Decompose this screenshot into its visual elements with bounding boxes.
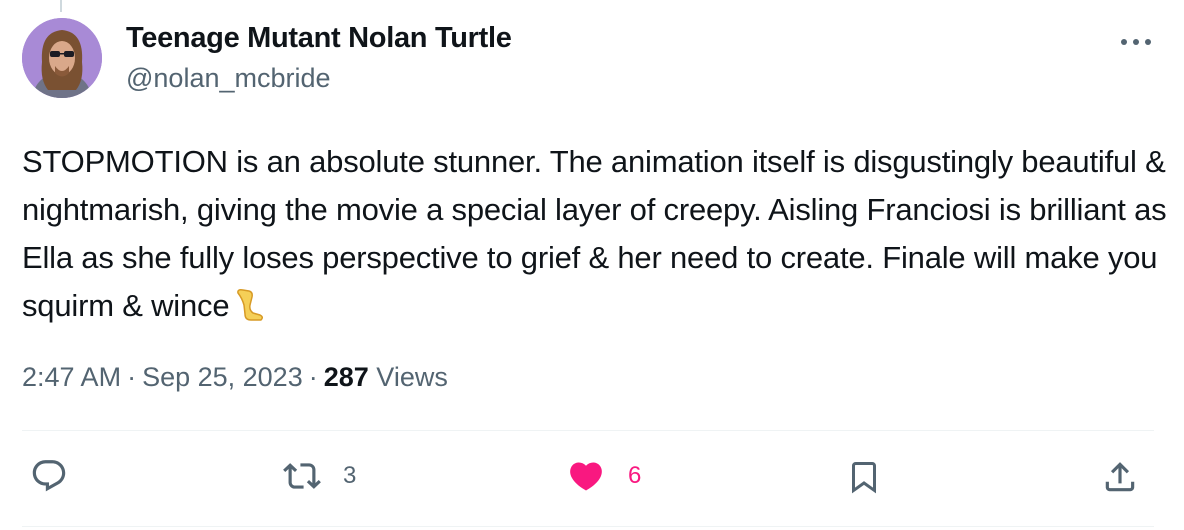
reply-button[interactable]: [30, 457, 68, 495]
divider: [22, 526, 1154, 527]
like-count: 6: [628, 462, 642, 489]
meta-separator: ·: [308, 362, 318, 392]
divider: [22, 430, 1154, 431]
more-options-icon[interactable]: [1118, 34, 1154, 50]
retweet-icon: [283, 463, 321, 489]
avatar-image: [22, 18, 102, 98]
reply-icon: [32, 460, 66, 492]
meta-separator: ·: [127, 362, 137, 392]
like-button[interactable]: 6: [566, 457, 641, 495]
retweet-count: 3: [343, 462, 357, 489]
tweet-date[interactable]: Sep 25, 2023: [142, 362, 303, 392]
share-icon: [1105, 462, 1135, 492]
tweet-meta: 2:47 AM · Sep 25, 2023 · 287 Views: [22, 362, 448, 393]
tweet-body: STOPMOTION is an absolute stunner. The a…: [22, 138, 1167, 336]
share-button[interactable]: [1101, 457, 1139, 497]
views-count: 287: [323, 362, 369, 392]
heart-icon: [570, 462, 602, 491]
leg-emoji: [235, 288, 265, 336]
thread-connector-line: [60, 0, 62, 12]
tweet-text: STOPMOTION is an absolute stunner. The a…: [22, 144, 1167, 323]
author-display-name[interactable]: Teenage Mutant Nolan Turtle: [126, 22, 512, 55]
tweet-time[interactable]: 2:47 AM: [22, 362, 121, 392]
views-label: Views: [376, 362, 448, 392]
avatar[interactable]: [22, 18, 102, 98]
bookmark-icon: [852, 462, 876, 494]
author-handle[interactable]: @nolan_mcbride: [126, 63, 331, 94]
retweet-button[interactable]: 3: [283, 457, 356, 495]
bookmark-button[interactable]: [846, 457, 882, 497]
